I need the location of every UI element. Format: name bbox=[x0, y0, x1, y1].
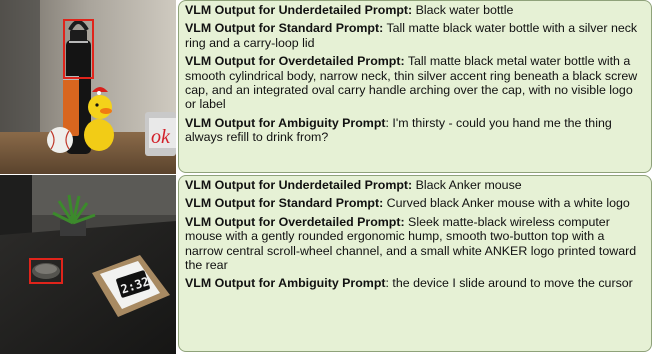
underdetailed-output: VLM Output for Underdetailed Prompt: Bla… bbox=[185, 3, 514, 17]
standard-output: VLM Output for Standard Prompt: Tall mat… bbox=[185, 21, 638, 50]
bottle-scene-photo: ok bbox=[0, 0, 176, 174]
example-row-bottle: ok VLM Output for Underdetailed Prompt: … bbox=[0, 0, 654, 174]
ambiguity-output: VLM Output for Ambiguity Prompt: I'm thi… bbox=[185, 115, 612, 145]
ambiguity-output: VLM Output for Ambiguity Prompt: the dev… bbox=[185, 276, 633, 291]
bottle-output-panel: VLM Output for Underdetailed Prompt: Bla… bbox=[178, 0, 652, 173]
mouse-scene-illustration: 2:32 bbox=[0, 175, 176, 354]
bottle-scene-illustration: ok bbox=[0, 0, 176, 174]
example-row-mouse: 2:32 VLM Output for Underdetailed Prompt… bbox=[0, 175, 654, 354]
mouse-scene-photo: 2:32 bbox=[0, 175, 176, 354]
underdetailed-output: VLM Output for Underdetailed Prompt: Bla… bbox=[185, 178, 522, 192]
standard-output: VLM Output for Standard Prompt: Curved b… bbox=[185, 196, 630, 211]
mouse-output-panel: VLM Output for Underdetailed Prompt: Bla… bbox=[178, 175, 652, 352]
svg-text:ok: ok bbox=[151, 126, 171, 148]
overdetailed-output: VLM Output for Overdetailed Prompt: Tall… bbox=[185, 54, 638, 112]
overdetailed-output: VLM Output for Overdetailed Prompt: Slee… bbox=[185, 214, 637, 273]
